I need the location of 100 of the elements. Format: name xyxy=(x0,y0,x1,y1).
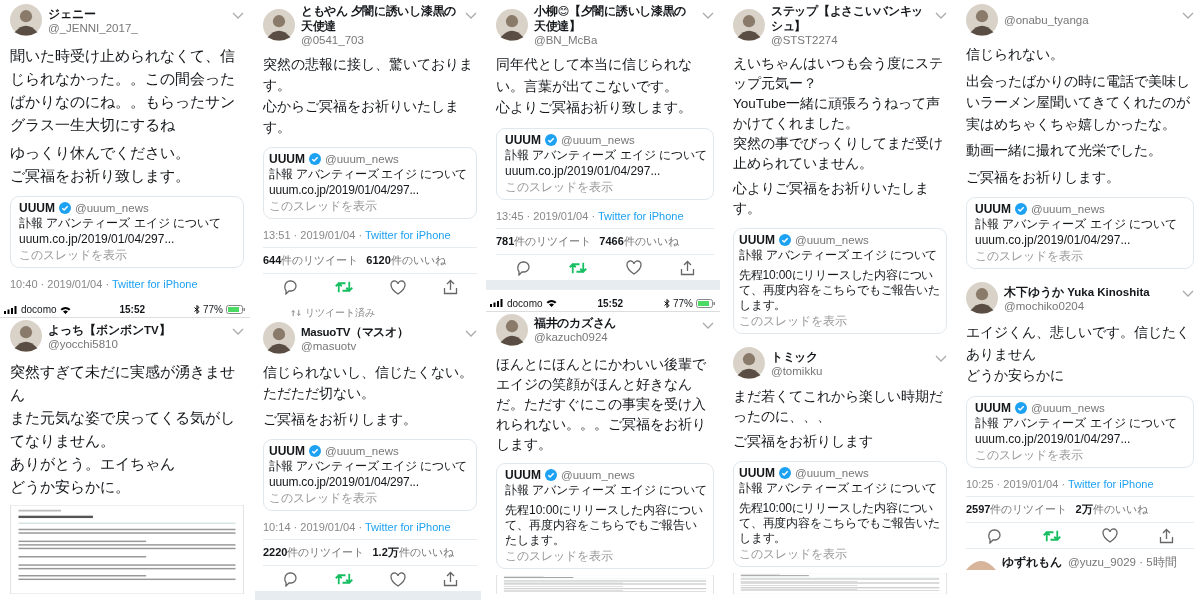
carrier-name: docomo xyxy=(21,304,57,315)
reply-icon[interactable] xyxy=(515,259,532,276)
author-handle[interactable]: @yocchi5810 xyxy=(48,337,226,350)
tweet-text: ご冥福をお祈りします。 xyxy=(263,411,418,429)
engagement-count[interactable]: 2220件のリツイート xyxy=(263,545,365,560)
verified-icon xyxy=(779,467,791,479)
like-icon[interactable] xyxy=(625,260,642,275)
verified-icon xyxy=(59,202,71,214)
verified-icon xyxy=(545,468,557,481)
quoted-tweet-card[interactable]: UUUM @uuum_news 訃報 アバンティーズ エイジ について uuum.co.jp/2019/01/04/297... このスレッドを表示 xyxy=(263,439,477,511)
author-handle[interactable]: @0541_703 xyxy=(301,34,459,46)
avatar[interactable] xyxy=(733,347,765,379)
author-name[interactable]: ゆずれもん xyxy=(1002,554,1062,570)
quoted-tweet-card[interactable]: UUUM @uuum_news 訃報 アバンティーズ エイジ について 先程10:00にリリースした内容について、再度内容をこちらでもご報告いたします。 このスレッドを表示 xyxy=(733,228,947,334)
share-icon[interactable] xyxy=(443,571,459,587)
author-name[interactable]: 木下ゆうか Yuka Kinoshita xyxy=(1004,284,1176,300)
share-icon[interactable] xyxy=(443,279,459,295)
tweet-timestamp: 13:51 · 2019/01/04 · xyxy=(263,229,364,241)
tweet-text: 心よりご冥福をお祈りいたします。 xyxy=(733,180,930,218)
quoted-tweet-card[interactable]: UUUM @uuum_news 訃報 アバンティーズ エイジ について uuum.co.jp/2019/01/04/297... このスレッドを表示 xyxy=(496,127,714,200)
quoted-author-name: UUUM xyxy=(739,233,775,247)
tweet-text: 出会ったばかりの時に電話で美味しいラーメン屋聞いてきてくれたのが実はめちゃくちゃ嬉しかったな。 xyxy=(966,71,1191,134)
avatar[interactable] xyxy=(733,9,765,41)
quoted-title: 訃報 アバンティーズ エイジ について xyxy=(739,248,939,263)
battery-icon xyxy=(226,305,246,314)
engagement-count[interactable]: 644件のリツイート xyxy=(263,253,359,268)
author-name[interactable]: 小柳😊【夕闇に誘いし漆黒の天使達】 xyxy=(534,4,696,34)
quoted-tweet-card[interactable]: UUUM @uuum_news 訃報 アバンティーズ エイジ について uuum.co.jp/2019/01/04/297... このスレッドを表示 xyxy=(966,395,1194,468)
quoted-title: 訃報 アバンティーズ エイジ について xyxy=(269,459,469,474)
tweet-text: 心からご冥福をお祈りいたします。 xyxy=(263,98,460,137)
quoted-title: 訃報 アバンティーズ エイジ について xyxy=(505,147,705,163)
quoted-text: 先程10:00にリリースした内容について、再度内容をこちらでもご報告いたします。 xyxy=(739,501,941,546)
tweet-text: 聞いた時受け止められなくて、信じられなかった。。この間会ったばかりなのにね。。もらったサングラス一生大切にするね xyxy=(10,46,236,135)
engagement-count[interactable]: 7466件のいいね xyxy=(599,233,679,249)
author-name[interactable]: ともやん 夕闇に誘いし漆黒の天使達 xyxy=(301,4,459,34)
quoted-link: uuum.co.jp/2019/01/04/297... xyxy=(269,475,420,490)
quoted-text: 先程10:00にリリースした内容について、再度内容をこちらでもご報告いたします。 xyxy=(739,268,941,313)
quoted-link: uuum.co.jp/2019/01/04/297... xyxy=(19,232,176,247)
author-handle[interactable]: @onabu_tyanga xyxy=(1004,14,1176,26)
verified-icon xyxy=(309,153,321,165)
tweet-text: 突然の悲報に接し、驚いております。 xyxy=(263,56,474,95)
quoted-author-name: UUUM xyxy=(19,201,55,215)
quoted-tweet-card[interactable]: UUUM @uuum_news 訃報 アバンティーズ エイジ について 先程10:00にリリースした内容について、再度内容をこちらでもご報告いたします。 このスレッドを表示 xyxy=(496,462,714,569)
author-name[interactable]: ステップ【よさこいバンキッシュ】 xyxy=(771,4,929,34)
tweet-text: ご冥福をお祈り致します。 xyxy=(10,166,191,186)
engagement-count[interactable]: 6120件のいいね xyxy=(366,253,446,268)
author-handle[interactable]: @STST2274 xyxy=(771,34,929,46)
engagement-count[interactable]: 2万件のいいね xyxy=(1075,501,1148,517)
tweet-text: 信じられないし、信じたくない。 xyxy=(263,364,474,382)
tweet-text: 信じられない。 xyxy=(966,45,1065,64)
reply-icon[interactable] xyxy=(986,527,1003,544)
like-icon[interactable] xyxy=(390,571,407,587)
tweet-text: ありがとう。エイちゃん xyxy=(10,454,176,474)
quoted-author-handle: @uuum_news xyxy=(75,202,149,214)
battery-level: 77% xyxy=(672,297,693,309)
author-name[interactable]: ジェニー xyxy=(48,6,226,22)
quoted-author-handle: @uuum_news xyxy=(561,468,635,481)
wifi-icon xyxy=(545,299,557,307)
like-icon[interactable] xyxy=(390,279,407,295)
quoted-tweet-card[interactable]: UUUM @uuum_news 訃報 アバンティーズ エイジ について uuum.co.jp/2019/01/04/297... このスレッドを表示 xyxy=(10,196,244,268)
like-icon[interactable] xyxy=(1101,528,1118,543)
quoted-tweet-card[interactable]: UUUM @uuum_news 訃報 アバンティーズ エイジ について uuum.co.jp/2019/01/04/297... このスレッドを表示 xyxy=(263,147,477,219)
tweet-text: ご冥福をお祈りします xyxy=(733,433,874,451)
quoted-author-name: UUUM xyxy=(739,466,775,480)
author-handle[interactable]: @mochiko0204 xyxy=(1004,299,1176,312)
quoted-tweet-card[interactable]: UUUM @uuum_news 訃報 アバンティーズ エイジ について uuum.co.jp/2019/01/04/297... このスレッドを表示 xyxy=(966,197,1194,269)
share-icon[interactable] xyxy=(1158,527,1174,544)
avatar[interactable] xyxy=(10,4,42,36)
avatar[interactable] xyxy=(496,313,528,346)
quoted-tweet-card[interactable]: UUUM @uuum_news 訃報 アバンティーズ エイジ について 先程10:00にリリースした内容について、再度内容をこちらでもご報告いたします。 このスレッドを表示 xyxy=(733,461,947,567)
author-name[interactable]: よっち【ボンボンTV】 xyxy=(48,322,226,338)
author-handle[interactable]: @BN_McBa xyxy=(534,34,696,46)
tweet-text: 動画一緒に撮れて光栄でした。 xyxy=(966,141,1163,160)
reply-icon[interactable] xyxy=(281,571,298,587)
avatar[interactable] xyxy=(263,9,295,41)
author-handle[interactable]: @_JENNI_2017_ xyxy=(48,21,226,34)
author-name[interactable]: トミック xyxy=(771,349,929,365)
engagement-count[interactable]: 781件のリツイート xyxy=(496,233,592,249)
reply-icon[interactable] xyxy=(281,279,298,295)
quoted-link: uuum.co.jp/2019/01/04/297... xyxy=(975,233,1132,248)
avatar[interactable] xyxy=(496,9,528,41)
author-handle[interactable]: @tomikku xyxy=(771,364,929,377)
tweet-text: どうか安らかに。 xyxy=(10,477,131,497)
status-time: 15:52 xyxy=(597,297,624,309)
author-handle[interactable]: @yuzu_9029 · 5時間 xyxy=(1068,554,1177,570)
engagement-count[interactable]: 1.2万件のいいね xyxy=(372,545,454,560)
bluetooth-icon xyxy=(663,298,670,308)
author-name[interactable]: 福井のカズさん xyxy=(534,316,696,331)
share-icon[interactable] xyxy=(679,259,695,276)
verified-icon xyxy=(1015,401,1027,414)
author-name[interactable]: MasuoTV（マスオ） xyxy=(301,324,459,340)
engagement-count[interactable]: 2597件のリツイート xyxy=(966,501,1068,517)
author-handle[interactable]: @masuotv xyxy=(301,339,459,352)
avatar[interactable] xyxy=(10,320,42,352)
avatar[interactable] xyxy=(966,4,998,36)
avatar[interactable] xyxy=(966,282,998,314)
avatar[interactable] xyxy=(263,322,295,354)
quoted-link: uuum.co.jp/2019/01/04/297... xyxy=(505,163,662,179)
tweet-timestamp: 10:14 · 2019/01/04 · xyxy=(263,521,364,533)
author-handle[interactable]: @kazuch0924 xyxy=(534,331,696,343)
